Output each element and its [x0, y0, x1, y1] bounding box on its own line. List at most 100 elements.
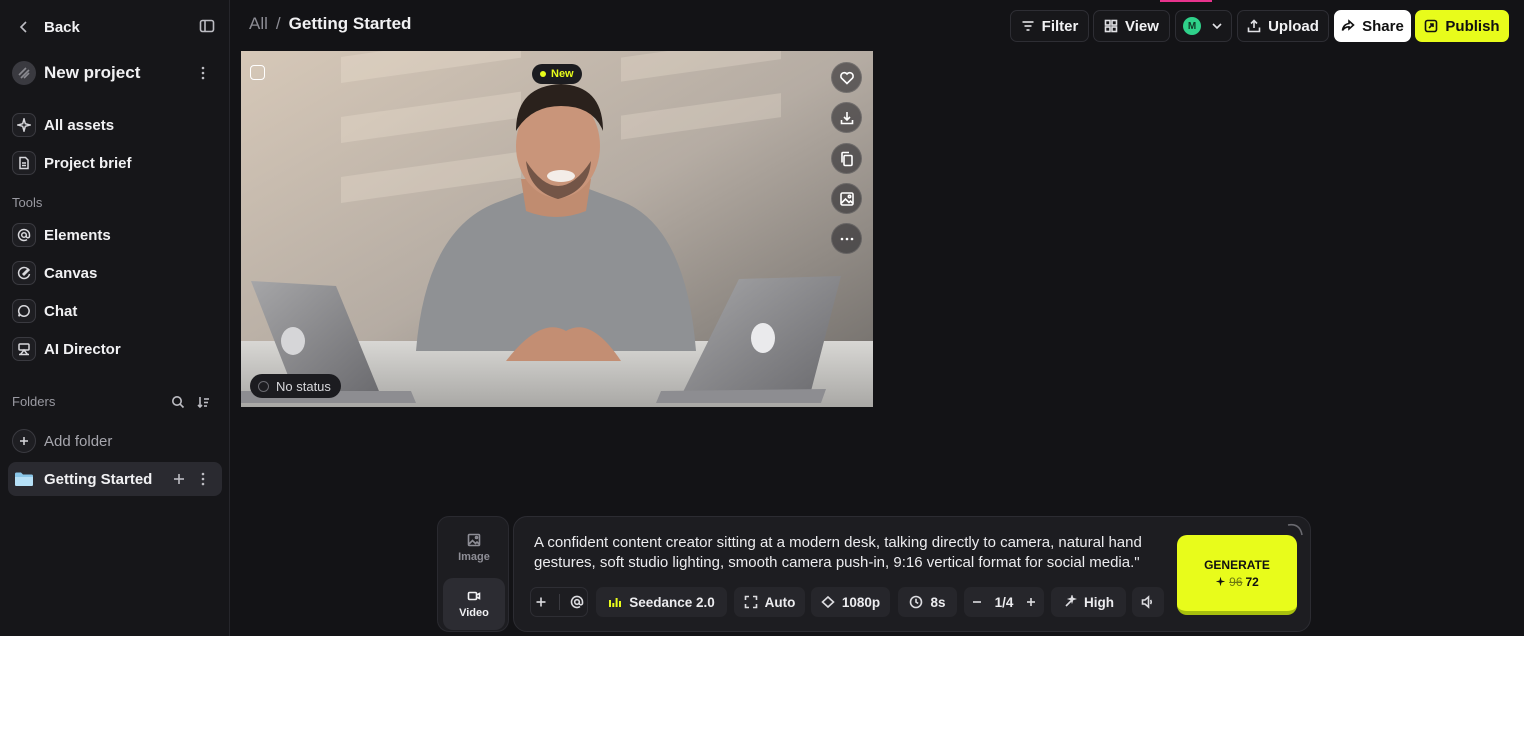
copy-button[interactable] [831, 143, 862, 174]
image-icon [467, 533, 481, 547]
clock-icon [910, 595, 923, 609]
grid-icon [1104, 19, 1118, 33]
at-icon [570, 595, 583, 609]
count-label: 1/4 [994, 594, 1014, 610]
sidebar-item-canvas[interactable]: Canvas [8, 257, 222, 289]
quality-selector[interactable]: High [1051, 587, 1126, 617]
filter-icon [1022, 21, 1034, 31]
add-attachment-button[interactable] [531, 595, 552, 609]
folder-icon [12, 467, 36, 491]
credits-old: 96 [1229, 574, 1243, 589]
back-label: Back [44, 18, 80, 36]
canvas-icon [12, 261, 36, 285]
select-checkbox[interactable] [250, 65, 265, 80]
sidebar-item-all-assets[interactable]: All assets [8, 109, 222, 141]
aspect-label: Auto [764, 594, 796, 610]
more-button[interactable] [831, 223, 862, 254]
credits-display: 96 72 [1215, 575, 1259, 589]
asset-card[interactable]: New No status [241, 51, 873, 407]
sidebar-item-label: Chat [44, 302, 78, 320]
folder-more-icon[interactable] [194, 470, 212, 488]
resolution-selector[interactable]: 1080p [811, 587, 890, 617]
chevron-down-icon [1212, 23, 1222, 30]
mode-video-label: Video [459, 607, 489, 619]
sidebar-item-chat[interactable]: Chat [8, 295, 222, 327]
breadcrumb-root[interactable]: All [249, 14, 268, 34]
plus-icon [536, 597, 546, 607]
director-icon [12, 337, 36, 361]
upload-icon [1247, 19, 1261, 33]
tools-heading: Tools [12, 195, 43, 210]
image-button[interactable] [831, 183, 862, 214]
sidebar-item-label: Canvas [44, 264, 98, 282]
prompt-composer: A confident content creator sitting at a… [513, 516, 1311, 632]
plus-icon[interactable] [1024, 595, 1038, 609]
heart-icon [839, 71, 854, 85]
search-folders-icon[interactable] [169, 393, 187, 411]
status-label: No status [276, 378, 331, 394]
status-badge[interactable]: No status [250, 374, 341, 398]
app-window: Back New project All assets Project brie… [0, 0, 1524, 636]
mode-video-button[interactable]: Video [443, 578, 505, 630]
mention-button[interactable] [566, 595, 587, 609]
filter-button[interactable]: Filter [1010, 10, 1089, 42]
account-switcher[interactable]: M [1175, 10, 1232, 42]
new-badge: New [532, 64, 582, 84]
speaker-icon [1141, 595, 1153, 609]
folder-item-getting-started[interactable]: Getting Started [8, 462, 222, 496]
favorite-button[interactable] [831, 62, 862, 93]
share-button[interactable]: Share [1334, 10, 1411, 42]
view-label: View [1125, 17, 1159, 35]
new-badge-label: New [551, 68, 574, 80]
sidebar-item-ai-director[interactable]: AI Director [8, 333, 222, 365]
mode-image-button[interactable]: Image [443, 522, 505, 574]
aspect-selector[interactable]: Auto [734, 587, 805, 617]
plus-icon [12, 429, 36, 453]
sparkle-icon [12, 113, 36, 137]
sort-icon[interactable] [194, 393, 212, 411]
sidebar-item-elements[interactable]: Elements [8, 219, 222, 251]
publish-icon [1425, 19, 1438, 33]
publish-label: Publish [1445, 17, 1500, 35]
minus-icon[interactable] [970, 595, 984, 609]
more-icon [840, 237, 853, 240]
breadcrumb: All / Getting Started [249, 14, 411, 34]
breadcrumb-separator: / [275, 14, 281, 33]
sparkle-icon [1215, 576, 1226, 587]
video-icon [467, 591, 481, 601]
mode-image-label: Image [458, 551, 490, 563]
document-icon [12, 151, 36, 175]
avatar: M [1183, 17, 1201, 35]
add-folder-label: Add folder [44, 432, 113, 450]
upload-button[interactable]: Upload [1237, 10, 1329, 42]
download-button[interactable] [831, 102, 862, 133]
view-button[interactable]: View [1093, 10, 1170, 42]
wand-icon [1065, 595, 1077, 607]
audio-toggle[interactable] [1132, 587, 1164, 617]
at-icon [12, 223, 36, 247]
image-icon [839, 191, 854, 206]
folder-label: Getting Started [44, 470, 153, 488]
duration-selector[interactable]: 8s [898, 587, 957, 617]
breadcrumb-current: Getting Started [288, 14, 412, 33]
model-selector[interactable]: Seedance 2.0 [596, 587, 727, 617]
prompt-input[interactable]: A confident content creator sitting at a… [534, 533, 1174, 573]
project-header[interactable]: New project [8, 57, 222, 89]
filter-label: Filter [1041, 17, 1079, 35]
chevron-left-icon [12, 15, 36, 39]
sidebar-toggle-icon[interactable] [197, 16, 217, 36]
sidebar-item-label: Elements [44, 226, 111, 244]
attach-mention-group [530, 587, 588, 617]
share-icon [1341, 19, 1355, 31]
folder-add-icon[interactable] [170, 470, 188, 488]
sidebar-item-project-brief[interactable]: Project brief [8, 147, 222, 179]
active-indicator [1160, 0, 1212, 2]
back-button[interactable]: Back [8, 11, 222, 43]
publish-button[interactable]: Publish [1415, 10, 1509, 42]
generate-button[interactable]: GENERATE 96 72 [1177, 535, 1297, 615]
folders-heading: Folders [12, 394, 56, 409]
quality-label: High [1084, 594, 1114, 610]
add-folder-button[interactable]: Add folder [8, 425, 222, 457]
download-icon [840, 111, 853, 124]
project-more-icon[interactable] [194, 64, 212, 82]
